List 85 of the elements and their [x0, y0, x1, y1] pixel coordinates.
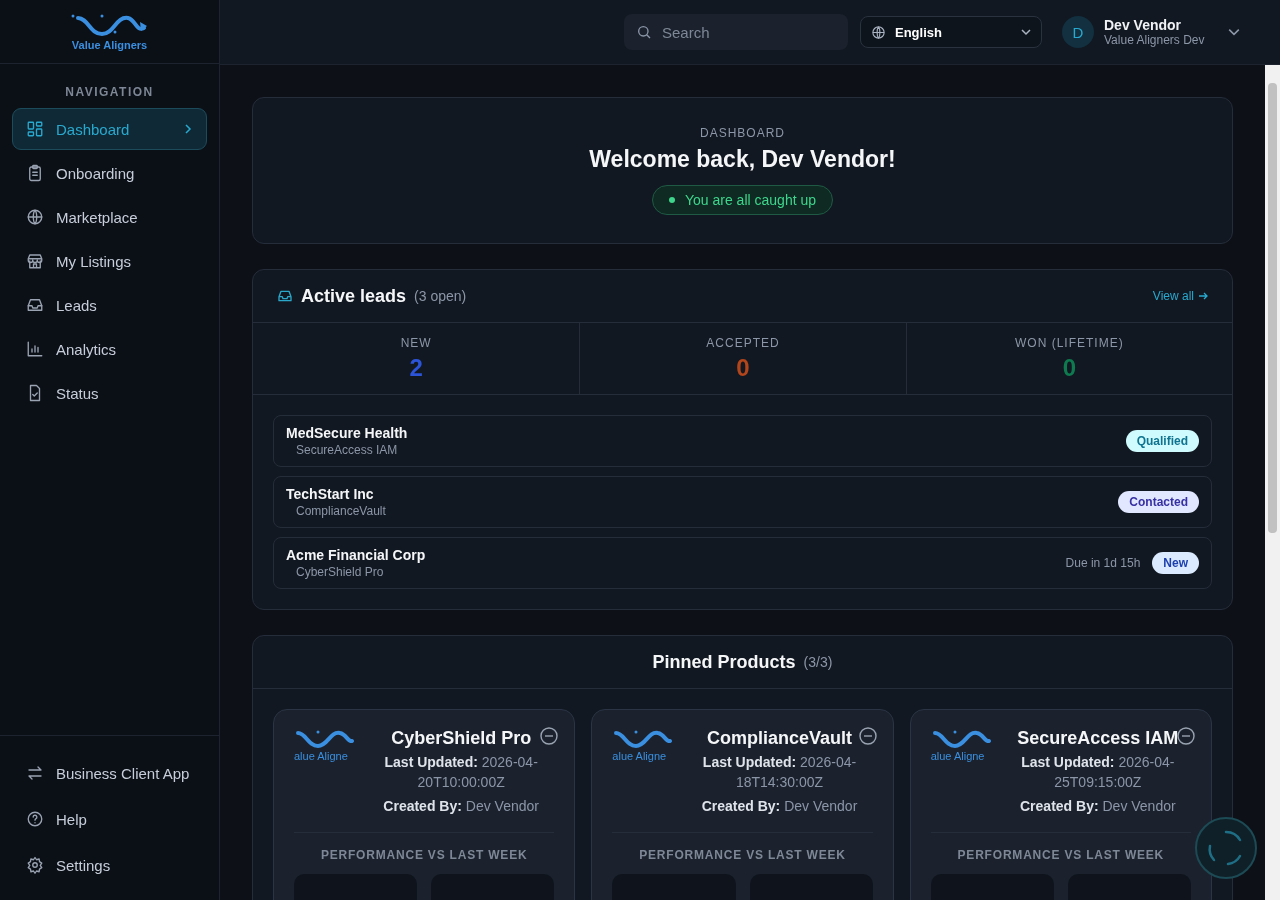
product-name: SecureAccess IAM: [295, 443, 399, 457]
nav-item[interactable]: Marketplace: [12, 196, 207, 238]
stat-value: 0: [1062, 354, 1076, 382]
chevron-down-icon: [1021, 27, 1031, 37]
arrow-right-icon: [1198, 291, 1208, 301]
loading-spinner-icon[interactable]: [1194, 816, 1258, 880]
stat-label: WON (LIFETIME): [1015, 336, 1124, 350]
created-by: Created By: Dev Vendor: [701, 796, 858, 816]
product-card[interactable]: alue Aligne SecureAccess IAM Last Updated: 2026-04-25T09:15:00Z Created By: Dev Vendor PERFORMANCE VS LAST WEEK: [909, 709, 1212, 900]
logo-text: alue Aligne: [612, 750, 668, 762]
product-name: CyberShield Pro: [391, 728, 532, 749]
company-name: Acme Financial Corp: [286, 547, 427, 563]
lead-row[interactable]: MedSecure Health SecureAccess IAM Qualified: [273, 415, 1212, 467]
section-label: PERFORMANCE VS LAST WEEK: [638, 847, 847, 862]
inbox-icon: [277, 288, 293, 304]
nav-item[interactable]: Onboarding: [12, 152, 207, 194]
nav-item[interactable]: Settings: [12, 844, 207, 886]
chevron-down-icon[interactable]: [1228, 26, 1240, 38]
nav-item[interactable]: Dashboard: [12, 108, 207, 150]
status-badge: Contacted: [1118, 491, 1199, 513]
inbox-icon: [26, 296, 44, 314]
nav-heading: NAVIGATION: [64, 85, 155, 99]
logo-text: alue Aligne: [930, 750, 986, 762]
globe-icon: [26, 208, 44, 226]
page-eyebrow: DASHBOARD: [700, 126, 785, 140]
nav-item[interactable]: Analytics: [12, 328, 207, 370]
product-name: ComplianceVault: [295, 504, 387, 518]
created-by: Created By: Dev Vendor: [383, 796, 539, 816]
company-name: MedSecure Health: [286, 425, 409, 441]
wave-logo-icon: [930, 728, 991, 750]
scrollbar[interactable]: [1265, 65, 1280, 900]
globe-icon: [871, 24, 886, 40]
product-name: SecureAccess IAM: [1017, 728, 1179, 749]
wave-logo-icon: [612, 728, 673, 750]
last-updated: Last Updated: 2026-04-25T09:15:00Z: [1020, 753, 1176, 793]
due-text: Due in 1d 15h: [1065, 556, 1141, 570]
section-label: PERFORMANCE VS LAST WEEK: [956, 847, 1166, 862]
settings-icon: [26, 856, 44, 874]
nav-item[interactable]: Leads: [12, 284, 207, 326]
remove-icon[interactable]: [1177, 727, 1195, 745]
lead-row[interactable]: TechStart Inc ComplianceVault Contacted: [273, 476, 1212, 528]
bar-chart-icon: [26, 340, 44, 358]
nav-item[interactable]: My Listings: [12, 240, 207, 282]
grid-icon: [26, 120, 44, 138]
user-avatar[interactable]: D: [1062, 16, 1094, 48]
pinned-count: (3/3): [803, 654, 833, 670]
product-card[interactable]: alue Aligne CyberShield Pro Last Updated: 2026-04-20T10:00:00Z Created By: Dev Vendor PERFORMANCE VS LAST WEEK: [273, 709, 576, 900]
lead-count: (3 open): [414, 288, 467, 304]
nav-item[interactable]: Help: [12, 798, 207, 840]
remove-icon[interactable]: [540, 727, 559, 745]
product-card[interactable]: alue Aligne ComplianceVault Last Updated: 2026-04-18T14:30:00Z Created By: Dev Vendor PERFORMANCE VS LAST WEEK: [591, 709, 894, 900]
help-icon: [26, 810, 44, 828]
logo-text: Value Aligners: [71, 39, 148, 51]
clipboard-icon: [26, 164, 44, 182]
product-name: ComplianceVault: [706, 728, 852, 749]
last-updated: Last Updated: 2026-04-18T14:30:00Z: [701, 753, 858, 793]
user-organization: Value Aligners Dev: [1104, 33, 1206, 47]
section-title: Active leads: [301, 285, 407, 307]
welcome-title: Welcome back, Dev Vendor!: [589, 146, 896, 173]
section-title: Pinned Products: [652, 651, 796, 673]
product-name: CyberShield Pro: [295, 565, 385, 579]
last-updated: Last Updated: 2026-04-20T10:00:00Z: [383, 753, 539, 793]
chevron-right-icon: [183, 124, 193, 134]
store-icon: [26, 252, 44, 270]
view-all-link[interactable]: View all: [1152, 289, 1208, 303]
search-field[interactable]: Search: [624, 14, 848, 50]
wave-logo-icon: [294, 728, 354, 750]
nav-item[interactable]: Status: [12, 372, 207, 414]
logo-text: alue Aligne: [294, 750, 349, 762]
status-badge: New: [1152, 552, 1199, 574]
nav-item[interactable]: Business Client App: [12, 752, 207, 794]
section-label: PERFORMANCE VS LAST WEEK: [319, 847, 529, 862]
company-name: TechStart Inc: [286, 486, 375, 502]
status-badge: Qualified: [1125, 430, 1199, 452]
swap-arrows-icon: [26, 764, 44, 782]
created-by: Created By: Dev Vendor: [1020, 796, 1176, 816]
lead-row[interactable]: Acme Financial Corp CyberShield Pro Due in 1d 15h New: [273, 537, 1212, 589]
stat-label: ACCEPTED: [706, 336, 780, 350]
user-name: Dev Vendor: [1104, 17, 1183, 33]
remove-icon[interactable]: [858, 727, 877, 745]
stat-value: 2: [409, 354, 423, 382]
stat-label: NEW: [400, 336, 432, 350]
stat-value: 0: [736, 354, 750, 382]
language-select[interactable]: English: [860, 16, 1042, 48]
status-pill: You are all caught up: [652, 185, 833, 215]
